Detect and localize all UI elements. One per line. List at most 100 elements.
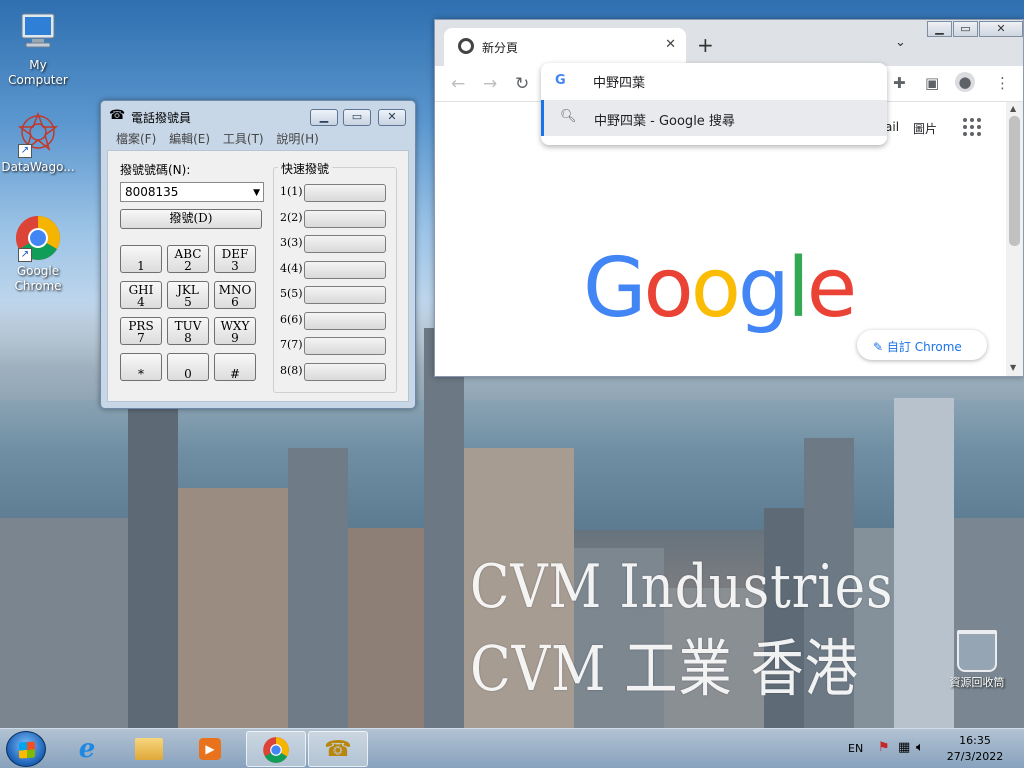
desktop-icon-label: 資源回收筒 [949,676,1005,689]
speed-dial-button-8[interactable] [304,363,386,381]
taskbar-internet-explorer[interactable]: e [58,731,118,767]
wallpaper-building [288,448,348,728]
close-icon[interactable]: ✕ [665,37,676,52]
keypad-key-8[interactable]: TUV 8 [167,317,209,345]
wallpaper-building [0,518,130,728]
maximize-button[interactable]: ▭ [953,21,978,37]
number-value: 8008135 [125,185,179,199]
keypad-key-0[interactable]: 0 [167,353,209,381]
logo-letter: G [583,241,647,336]
taskbar-phone-dialer[interactable]: ☎ [308,731,368,767]
desktop-icon-label: Google Chrome [14,264,62,293]
recycle-bin-icon [957,630,997,672]
tab-new-tab[interactable]: 新分頁 ✕ [444,28,686,66]
apps-grid-icon[interactable] [963,118,981,136]
profile-avatar-icon[interactable]: ● [955,72,975,92]
tab-title: 新分頁 [482,41,519,55]
maximize-button[interactable]: ▭ [343,109,371,126]
menu-edit[interactable]: 編輯(E) [169,130,210,147]
reload-icon[interactable]: ↻ [515,74,529,94]
minimize-button[interactable]: ▁ [927,21,952,37]
key-digit: # [229,367,241,381]
volume-icon[interactable]: 🔈︎ [916,740,924,755]
speed-dial-label: 7(7) [280,338,303,351]
keypad-key-4[interactable]: GHI 4 [120,281,162,309]
key-digit: 3 [231,259,239,273]
number-combobox[interactable]: 8008135 ▼ [120,182,264,202]
chrome-icon: ↗ [14,214,62,262]
customize-chrome-button[interactable]: ✎ 自訂 Chrome [857,330,987,360]
scroll-down-arrow-icon[interactable]: ▼ [1010,363,1016,372]
close-button[interactable]: ✕ [979,21,1023,37]
side-panel-icon[interactable]: ▣ [925,74,939,92]
menu-help[interactable]: 說明(H) [276,130,318,147]
omnibox-dropdown[interactable]: G 中野四葉 🔍︎ 中野四葉 - Google 搜尋 [541,63,887,145]
shortcut-arrow-icon: ↗ [18,144,32,158]
speed-dial-button-5[interactable] [304,286,386,304]
start-button[interactable] [6,731,46,767]
speed-dial-button-4[interactable] [304,261,386,279]
speed-dial-button-7[interactable] [304,337,386,355]
new-tab-button[interactable]: + [697,33,714,57]
chrome-tabstrip: 新分頁 ✕ + ⌄ ▁ ▭ ✕ [435,20,1023,66]
menu-file[interactable]: 檔案(F) [116,130,156,147]
speed-dial-button-1[interactable] [304,184,386,202]
folder-icon [135,738,163,760]
network-icon[interactable]: ▦ [898,740,910,755]
keypad-key-5[interactable]: JKL 5 [167,281,209,309]
language-indicator[interactable]: EN [848,742,863,755]
scroll-up-arrow-icon[interactable]: ▲ [1010,104,1016,113]
tab-search-chevron-icon[interactable]: ⌄ [895,35,906,50]
desktop-icon-google-chrome[interactable]: ↗ Google Chrome [0,214,76,294]
wallpaper-building [954,518,1024,728]
system-tray: EN ⚑ ▦ 🔈︎ 16:35 27/3/2022 [826,729,1016,768]
speed-dial-button-6[interactable] [304,312,386,330]
action-center-flag-icon[interactable]: ⚑ [878,740,890,755]
desktop-icon-datawago[interactable]: ↗ DataWago... [0,110,76,175]
speed-dial-button-3[interactable] [304,235,386,253]
omnibox-input[interactable]: 中野四葉 [593,72,645,91]
desktop-icon-recycle-bin[interactable]: 資源回收筒 [942,630,1012,690]
scrollbar-thumb[interactable] [1009,116,1020,246]
keypad-key-3[interactable]: DEF 3 [214,245,256,273]
key-digit: * [138,367,144,381]
dialer-client-area: 撥號號碼(N): 8008135 ▼ 撥號(D) 1 ABC 2 DEF 3 GHI… [107,150,409,402]
forward-arrow-icon[interactable]: → [483,74,497,94]
minimize-button[interactable]: ▁ [310,109,338,126]
back-arrow-icon[interactable]: ← [451,74,465,94]
wallpaper-watermark-line1: CVM Industries [470,552,894,622]
close-button[interactable]: ✕ [378,109,406,126]
phone-dialer-icon: ☎ [324,737,352,762]
keypad-key-6[interactable]: MNO 6 [214,281,256,309]
chrome-favicon-icon [458,38,474,54]
gmail-link[interactable]: ail [885,120,899,134]
menu-tools[interactable]: 工具(T) [223,130,264,147]
keypad-key-hash[interactable]: # [214,353,256,381]
images-link[interactable]: 圖片 [913,120,937,137]
menu-kebab-icon[interactable]: ⋮ [995,74,1010,92]
vertical-scrollbar[interactable]: ▲ ▼ [1006,102,1023,376]
wallpaper-building [128,398,178,728]
key-digit: 1 [137,259,145,273]
google-logo: Google [583,248,857,330]
keypad-key-1[interactable]: 1 [120,245,162,273]
taskbar-chrome[interactable] [246,731,306,767]
wallpaper-watermark-line2: CVM 工業 香港 [470,632,859,705]
dial-button[interactable]: 撥號(D) [120,209,262,229]
suggestion-item[interactable]: 🔍︎ 中野四葉 - Google 搜尋 [541,100,887,136]
speed-dial-button-2[interactable] [304,210,386,228]
chevron-down-icon[interactable]: ▼ [253,188,260,198]
logo-letter: o [690,241,741,336]
keypad-key-9[interactable]: WXY 9 [214,317,256,345]
taskbar-file-explorer[interactable] [120,731,180,767]
extensions-puzzle-icon[interactable]: ✚ [893,74,906,92]
keypad-key-2[interactable]: ABC 2 [167,245,209,273]
key-digit: 2 [184,259,192,273]
dialer-title: 電話撥號員 [131,111,192,125]
taskbar-media-player[interactable]: ▶ [180,731,240,767]
keypad-key-7[interactable]: PRS 7 [120,317,162,345]
dialer-titlebar[interactable]: ☎ 電話撥號員 ▁ ▭ ✕ [101,101,415,129]
clock[interactable]: 16:35 27/3/2022 [940,733,1010,765]
desktop-icon-my-computer[interactable]: My Computer [0,8,76,88]
keypad-key-star[interactable]: * [120,353,162,381]
